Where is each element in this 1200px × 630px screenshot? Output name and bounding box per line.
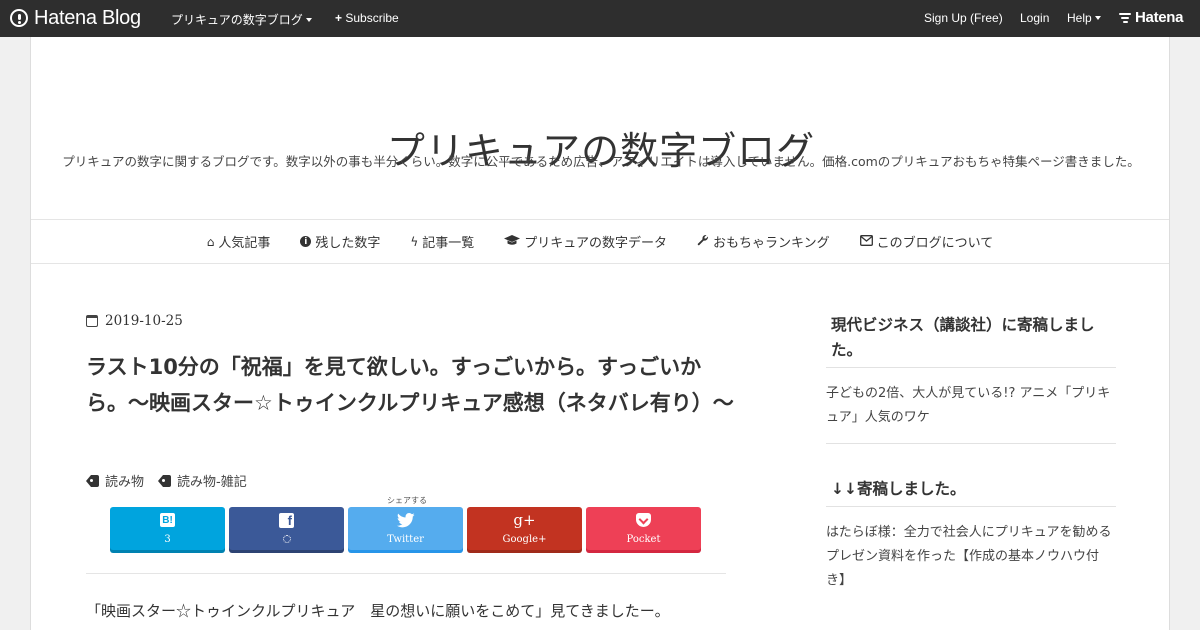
caret-down-icon: [305, 18, 312, 22]
global-header: Hatena Blog プリキュアの数字ブログ + Subscribe Sign…: [0, 0, 1200, 37]
hatena-logo-icon: [1119, 13, 1131, 23]
share-buttons: B! 3 f Twitter g+ Google+ Pocket: [110, 507, 705, 550]
divider: [826, 443, 1116, 444]
loading-spinner-icon: [282, 535, 291, 543]
sidebar-module: ↓↓寄稿しました。 はたらぼ様：全力で社会人にプリキュアを勧めるプレゼン資料を作…: [826, 477, 1116, 593]
google-plus-icon: g+: [513, 511, 536, 529]
nav-label: プリキュアの数字データ: [524, 236, 668, 251]
blog-container: プリキュアの数字ブログ プリキュアの数字に関するブログです。数字以外の事も半分く…: [30, 37, 1170, 630]
hatena-bookmark-share-button[interactable]: B! 3: [110, 507, 225, 550]
nav-label: おもちゃランキング: [713, 236, 830, 251]
entry-date[interactable]: 2019-10-25: [86, 313, 183, 329]
twitter-label: Twitter: [387, 534, 424, 545]
subscribe-label: Subscribe: [345, 11, 399, 25]
blog-menu-dropdown[interactable]: プリキュアの数字ブログ: [171, 11, 312, 28]
nav-label: このブログについて: [876, 236, 994, 251]
hatena-blog-logo-icon: [10, 9, 28, 27]
nav-item-toy-ranking[interactable]: おもちゃランキング: [697, 232, 830, 251]
nav-label: 残した数字: [315, 236, 381, 251]
sidebar-module: 現代ビジネス（講談社）に寄稿しました。 子どもの2倍、大人が見ている!? アニメ…: [826, 313, 1116, 444]
entry-date-text: 2019-10-25: [105, 313, 183, 329]
hatena-logo-link[interactable]: Hatena: [1119, 9, 1184, 26]
envelope-icon: [859, 234, 873, 249]
category-label: 読み物: [105, 475, 145, 490]
nav-item-popular[interactable]: ⌂ 人気記事: [206, 232, 271, 252]
google-plus-share-button[interactable]: g+ Google+: [467, 507, 582, 550]
nav-item-archive[interactable]: ϟ 記事一覧: [410, 232, 475, 252]
bolt-icon: ϟ: [410, 234, 419, 249]
home-icon: ⌂: [206, 234, 215, 249]
pocket-icon: [636, 513, 651, 527]
login-link[interactable]: Login: [1020, 11, 1049, 25]
wrench-icon: [697, 234, 709, 249]
graduation-cap-icon: [504, 234, 521, 249]
nav-item-numbers[interactable]: i 残した数字: [300, 232, 380, 251]
nav-item-about[interactable]: このブログについて: [859, 232, 994, 251]
sidebar-link[interactable]: 子どもの2倍、大人が見ている!? アニメ「プリキュア」人気のワケ: [826, 382, 1116, 430]
category-label: 読み物-雑記: [177, 475, 247, 490]
sidebar-link[interactable]: はたらぼ様：全力で社会人にプリキュアを勧めるプレゼン資料を作った【作成の基本ノウ…: [826, 521, 1116, 593]
pocket-share-button[interactable]: Pocket: [586, 507, 701, 550]
blog-menu-label: プリキュアの数字ブログ: [171, 13, 303, 27]
entry-categories: 読み物 読み物-雑記: [86, 471, 261, 490]
facebook-icon: f: [279, 512, 294, 528]
divider: [826, 506, 1116, 507]
subscribe-button[interactable]: + Subscribe: [335, 11, 399, 25]
hatena-label: Hatena: [1135, 9, 1184, 26]
twitter-share-button[interactable]: Twitter: [348, 507, 463, 550]
help-label: Help: [1067, 11, 1092, 25]
pocket-label: Pocket: [626, 534, 661, 545]
plus-icon: +: [335, 11, 343, 25]
nav-item-data[interactable]: プリキュアの数字データ: [504, 232, 667, 251]
facebook-share-button[interactable]: f: [229, 507, 344, 550]
google-plus-label: Google+: [502, 534, 547, 545]
divider: [826, 367, 1116, 368]
entry-title[interactable]: ラスト10分の「祝福」を見て欲しい。すっごいから。すっごいから。～映画スター☆ト…: [86, 349, 736, 421]
twitter-bird-icon: [396, 512, 415, 527]
info-circle-icon: i: [300, 236, 312, 247]
caret-down-icon: [1094, 16, 1101, 20]
category-link[interactable]: 読み物-雑記: [158, 471, 247, 490]
bookmark-count: 3: [164, 534, 171, 545]
help-dropdown[interactable]: Help: [1067, 11, 1101, 25]
sidebar: 現代ビジネス（講談社）に寄稿しました。 子どもの2倍、大人が見ている!? アニメ…: [826, 313, 1116, 593]
module-title: 現代ビジネス（講談社）に寄稿しました。: [831, 316, 1095, 359]
global-nav: ⌂ 人気記事 i 残した数字 ϟ 記事一覧 プリキュアの数字データ おもちゃラン…: [31, 219, 1169, 264]
brand-name: Hatena Blog: [34, 6, 141, 29]
hatena-bookmark-icon: B!: [160, 513, 175, 527]
signup-link[interactable]: Sign Up (Free): [924, 11, 1003, 25]
entry-body-text: 「映画スター☆トゥインクルプリキュア 星の想いに願いをこめて」見てきましたー。: [86, 602, 670, 620]
blog-description: プリキュアの数字に関するブログです。数字以外の事も半分くらい。数字に公平であるた…: [62, 154, 1140, 169]
calendar-icon: [86, 315, 98, 327]
nav-label: 人気記事: [218, 236, 271, 251]
nav-label: 記事一覧: [422, 236, 475, 251]
share-caption: シェアする: [387, 496, 427, 505]
module-title: ↓↓寄稿しました。: [831, 480, 966, 498]
category-link[interactable]: 読み物: [86, 471, 144, 490]
hatena-blog-logo[interactable]: Hatena Blog: [10, 7, 141, 29]
divider: [86, 573, 726, 574]
